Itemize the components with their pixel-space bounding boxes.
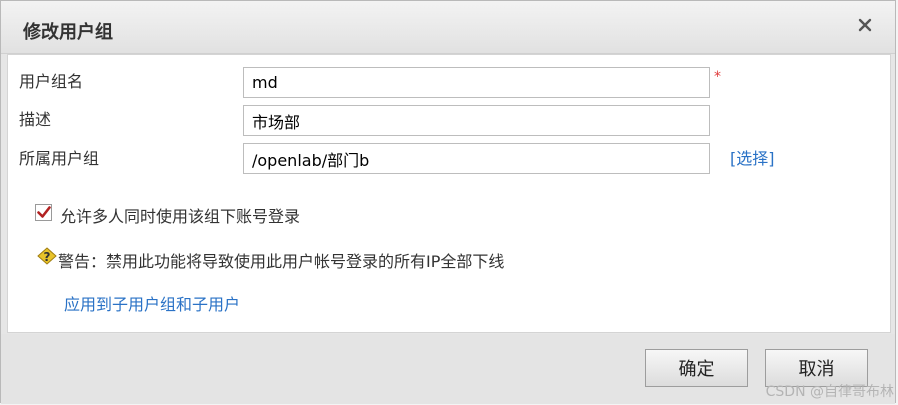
group-name-label: 用户组名	[19, 72, 84, 91]
watermark: CSDN @自律哥布林	[765, 384, 894, 400]
ok-button[interactable]: 确定	[645, 349, 748, 387]
dialog-content: 用户组名 * 描述 所属用户组 [选择] 允许多人同时使用该组下账号登录 ? 警…	[7, 54, 891, 333]
allow-multi-login-label: 允许多人同时使用该组下账号登录	[60, 207, 301, 226]
parent-group-input[interactable]	[243, 143, 710, 174]
dialog-titlebar: 修改用户组	[1, 1, 895, 54]
edit-user-group-dialog: 修改用户组 用户组名 * 描述 所属用户组 [选择] 允许多人同时使用该组下账号…	[0, 0, 896, 404]
allow-multi-login-checkbox[interactable]	[35, 204, 52, 221]
dialog-title: 修改用户组	[23, 22, 113, 43]
checkmark-icon	[37, 206, 51, 218]
close-icon[interactable]	[855, 15, 875, 35]
group-name-input[interactable]	[243, 67, 710, 98]
select-parent-group-link[interactable]: [选择]	[730, 145, 775, 169]
warning-icon: ?	[37, 247, 57, 265]
dialog-footer: 确定 取消	[1, 334, 895, 404]
svg-text:?: ?	[44, 250, 51, 264]
description-label: 描述	[19, 110, 52, 129]
parent-group-label: 所属用户组	[19, 149, 100, 168]
required-mark: *	[714, 69, 721, 85]
apply-to-children-link[interactable]: 应用到子用户组和子用户	[64, 291, 240, 315]
warning-text: 警告：禁用此功能将导致使用此用户帐号登录的所有IP全部下线	[58, 252, 505, 271]
description-input[interactable]	[243, 105, 710, 136]
